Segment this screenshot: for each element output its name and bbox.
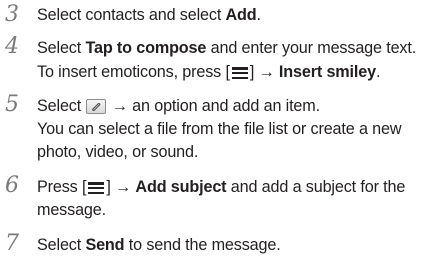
step-text: You can select a file from the file list… — [37, 120, 402, 138]
tap-to-compose-label: Tap to compose — [85, 39, 207, 57]
step-text: Select → an option and add an item. — [37, 97, 320, 115]
step-text: Select contacts and select Add. — [37, 6, 261, 24]
paperclip-icon — [86, 99, 107, 114]
send-label: Send — [85, 236, 125, 254]
step-number: 6 — [5, 173, 19, 198]
step-text: photo, video, or sound. — [37, 143, 199, 161]
menu-key-icon — [231, 66, 249, 80]
step-number: 3 — [5, 2, 19, 27]
step-text: Select Send to send the message. — [37, 236, 281, 254]
step-text: Select Tap to compose and enter your mes… — [37, 39, 417, 57]
step-number: 4 — [5, 34, 19, 59]
step-text: Press [] → Add subject and add a subject… — [37, 178, 406, 196]
add-subject-label: Add subject — [135, 178, 227, 196]
add-label: Add — [225, 6, 257, 24]
menu-key-icon — [87, 181, 105, 195]
step-number: 5 — [5, 92, 19, 117]
step-text: To insert emoticons, press [] → Insert s… — [37, 63, 381, 81]
insert-smiley-label: Insert smiley — [278, 63, 376, 81]
step-number: 7 — [5, 231, 19, 256]
step-text: message. — [37, 201, 106, 219]
